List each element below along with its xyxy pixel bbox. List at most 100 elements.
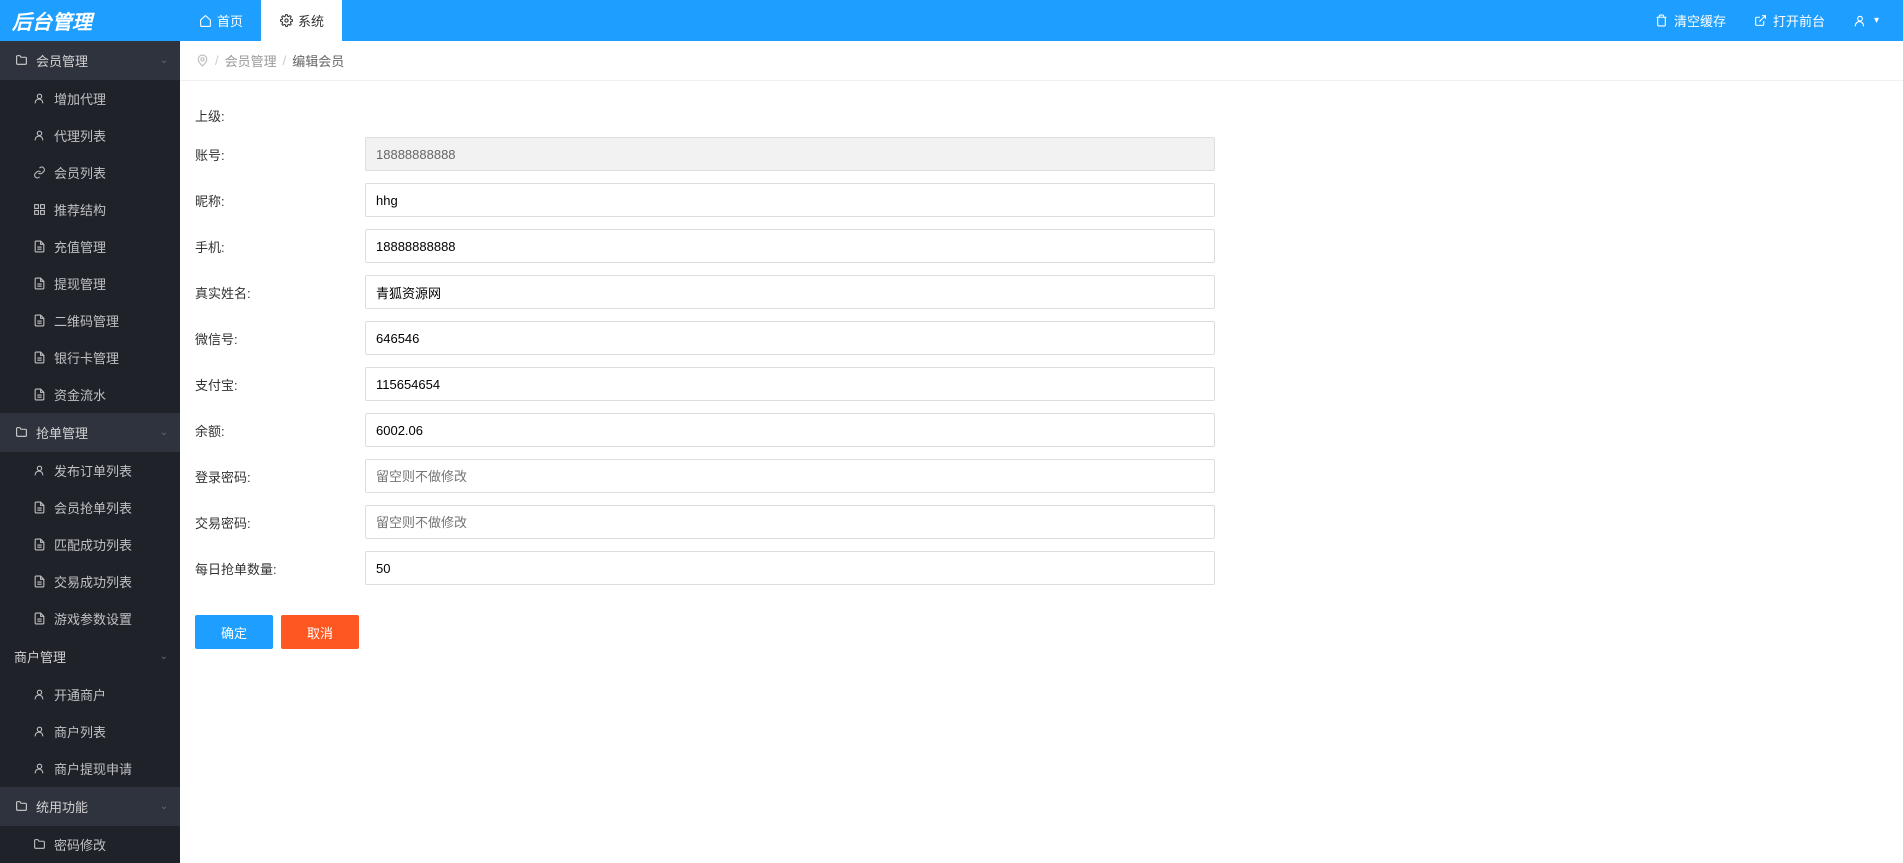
- form-row: 账号:: [195, 137, 1888, 171]
- home-icon: [198, 14, 212, 28]
- menu-item[interactable]: 提现管理: [0, 265, 180, 302]
- chevron-down-icon: ⌄: [160, 651, 168, 662]
- menu-item[interactable]: 会员列表: [0, 154, 180, 191]
- menu-item[interactable]: 开通商户: [0, 676, 180, 713]
- grid-icon: [32, 203, 46, 217]
- menu-item-label: 会员抢单列表: [54, 498, 132, 517]
- form-row: 登录密码:: [195, 459, 1888, 493]
- nav-system[interactable]: 系统: [261, 0, 342, 41]
- menu-item-label: 会员列表: [54, 163, 106, 182]
- menu-item[interactable]: 密码修改: [0, 826, 180, 863]
- breadcrumb-item[interactable]: 会员管理: [225, 51, 277, 70]
- chevron-down-icon: ⌄: [160, 427, 168, 438]
- doc-icon: [32, 314, 46, 328]
- menu-group-title: 商户管理: [14, 647, 66, 666]
- clear-cache-label: 清空缓存: [1674, 11, 1726, 30]
- form-input[interactable]: [365, 459, 1215, 493]
- form-row: 昵称:: [195, 183, 1888, 217]
- menu-group-header[interactable]: 抢单管理 ⌄: [0, 413, 180, 452]
- form-input[interactable]: [365, 367, 1215, 401]
- form-label: 支付宝:: [195, 375, 365, 394]
- menu-item[interactable]: 增加代理: [0, 80, 180, 117]
- form-input[interactable]: [365, 183, 1215, 217]
- user-icon: [1853, 14, 1867, 28]
- open-front[interactable]: 打开前台: [1740, 0, 1839, 41]
- external-icon: [1754, 14, 1768, 28]
- menu-item[interactable]: 会员抢单列表: [0, 489, 180, 526]
- logo: 后台管理: [0, 0, 180, 41]
- user-icon: [32, 725, 46, 739]
- chevron-down-icon: ⌄: [160, 55, 168, 66]
- menu-item[interactable]: 二维码管理: [0, 302, 180, 339]
- form-row: 手机:: [195, 229, 1888, 263]
- form-input[interactable]: [365, 551, 1215, 585]
- form-input[interactable]: [365, 275, 1215, 309]
- form-row: 微信号:: [195, 321, 1888, 355]
- confirm-button[interactable]: 确定: [195, 615, 273, 649]
- menu-item[interactable]: 商户列表: [0, 713, 180, 750]
- user-menu[interactable]: ▾: [1839, 0, 1893, 41]
- menu-item[interactable]: 游戏参数设置: [0, 600, 180, 637]
- doc-icon: [32, 351, 46, 365]
- menu-group-title: 统用功能: [36, 797, 88, 816]
- cancel-button[interactable]: 取消: [281, 615, 359, 649]
- menu-item[interactable]: 交易成功列表: [0, 563, 180, 600]
- form-label: 交易密码:: [195, 513, 365, 532]
- user-icon: [32, 762, 46, 776]
- menu-group-header[interactable]: 会员管理 ⌄: [0, 41, 180, 80]
- form-label: 余额:: [195, 421, 365, 440]
- header: 后台管理 首页 系统 清空缓存 打开前台 ▾: [0, 0, 1903, 41]
- menu-group-header[interactable]: 商户管理 ⌄: [0, 637, 180, 676]
- menu-item[interactable]: 银行卡管理: [0, 339, 180, 376]
- form-row: 交易密码:: [195, 505, 1888, 539]
- menu-item[interactable]: 推荐结构: [0, 191, 180, 228]
- menu-item[interactable]: 资金流水: [0, 376, 180, 413]
- form-label: 每日抢单数量:: [195, 559, 365, 578]
- content: 上级: 账号: 昵称: 手机: 真实姓名: 微信号: 支付宝: 余额: 登录密码: 交易密码: 每日…: [180, 81, 1903, 863]
- form-input[interactable]: [365, 505, 1215, 539]
- form-label: 真实姓名:: [195, 283, 365, 302]
- menu-item-label: 资金流水: [54, 385, 106, 404]
- doc-icon: [32, 388, 46, 402]
- open-front-label: 打开前台: [1773, 11, 1825, 30]
- top-nav: 首页 系统: [180, 0, 1641, 41]
- location-icon: [195, 54, 209, 68]
- clear-cache[interactable]: 清空缓存: [1641, 0, 1740, 41]
- menu-group-header[interactable]: 统用功能 ⌄: [0, 787, 180, 826]
- doc-icon: [32, 538, 46, 552]
- menu-group-title: 会员管理: [36, 51, 88, 70]
- doc-icon: [32, 575, 46, 589]
- form-label: 手机:: [195, 237, 365, 256]
- user-icon: [32, 92, 46, 106]
- menu-item-label: 商户提现申请: [54, 759, 132, 778]
- form-input[interactable]: [365, 321, 1215, 355]
- menu-item[interactable]: 发布订单列表: [0, 452, 180, 489]
- link-icon: [32, 166, 46, 180]
- form-label: 微信号:: [195, 329, 365, 348]
- menu-item[interactable]: 代理列表: [0, 117, 180, 154]
- form-input[interactable]: [365, 229, 1215, 263]
- breadcrumb-item: 编辑会员: [292, 51, 344, 70]
- form-row: 余额:: [195, 413, 1888, 447]
- menu-item-label: 银行卡管理: [54, 348, 119, 367]
- menu-item-label: 游戏参数设置: [54, 609, 132, 628]
- menu-item[interactable]: 商户提现申请: [0, 750, 180, 787]
- form-row: 上级:: [195, 106, 1888, 125]
- breadcrumb-sep: /: [215, 53, 219, 68]
- user-icon: [32, 688, 46, 702]
- sidebar: 会员管理 ⌄ 增加代理代理列表会员列表推荐结构充值管理提现管理二维码管理银行卡管理资…: [0, 41, 180, 863]
- breadcrumb: / 会员管理 / 编辑会员: [180, 41, 1903, 81]
- menu-item[interactable]: 充值管理: [0, 228, 180, 265]
- nav-system-label: 系统: [298, 11, 324, 30]
- breadcrumb-sep: /: [283, 53, 287, 68]
- menu-item[interactable]: 匹配成功列表: [0, 526, 180, 563]
- nav-home[interactable]: 首页: [180, 0, 261, 41]
- menu-item-label: 增加代理: [54, 89, 106, 108]
- nav-home-label: 首页: [217, 11, 243, 30]
- chevron-down-icon: ⌄: [160, 801, 168, 812]
- form-input[interactable]: [365, 413, 1215, 447]
- chevron-down-icon: ▾: [1874, 15, 1879, 26]
- form-label: 账号:: [195, 145, 365, 164]
- menu-group-title: 抢单管理: [36, 423, 88, 442]
- menu-item-label: 商户列表: [54, 722, 106, 741]
